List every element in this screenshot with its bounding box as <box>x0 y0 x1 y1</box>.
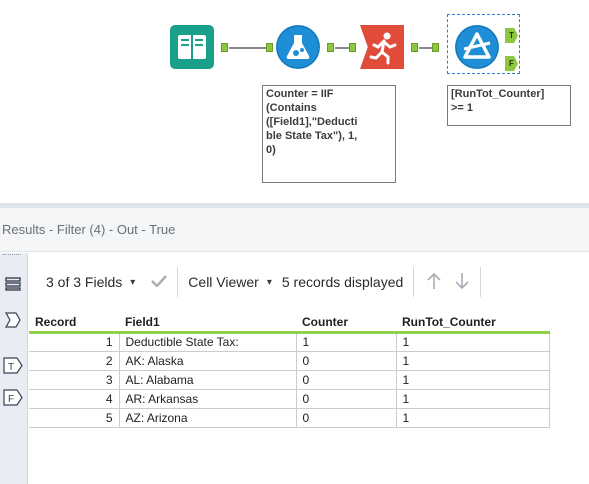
running-person-icon <box>360 25 404 69</box>
cell-field1[interactable]: Deductible State Tax: <box>118 331 297 352</box>
connection-line <box>229 47 266 49</box>
cell-counter[interactable]: 1 <box>295 331 397 352</box>
connection-line <box>335 47 349 49</box>
table-row[interactable]: 1 Deductible State Tax: 1 1 <box>29 331 550 352</box>
table-row[interactable]: 3 AL: Alabama 0 1 <box>29 369 550 390</box>
toolbar-separator <box>413 267 415 297</box>
cell-runtot-counter[interactable]: 1 <box>395 407 550 428</box>
cell-counter[interactable]: 0 <box>295 388 397 409</box>
cell-counter[interactable]: 0 <box>295 369 397 390</box>
true-output-icon[interactable]: T <box>2 357 23 374</box>
chevron-down-icon: ▾ <box>130 276 136 288</box>
flask-icon <box>276 25 320 69</box>
input-data-tool[interactable] <box>170 25 214 69</box>
cell-runtot-counter[interactable]: 1 <box>395 350 550 371</box>
fields-dropdown-label: 3 of 3 Fields <box>46 274 123 290</box>
table-row[interactable]: 2 AK: Alaska 0 1 <box>29 350 550 371</box>
arrow-down-icon[interactable] <box>454 272 470 293</box>
cell-runtot-counter[interactable]: 1 <box>395 331 550 352</box>
cell-field1[interactable]: AK: Alaska <box>118 350 297 371</box>
cell-record[interactable]: 1 <box>29 331 120 352</box>
false-output-icon[interactable]: F <box>2 389 23 406</box>
table-row[interactable]: 4 AR: Arkansas 0 1 <box>29 388 550 409</box>
rail-f-label: F <box>8 394 14 405</box>
cell-counter[interactable]: 0 <box>295 350 397 371</box>
toolbar-separator <box>480 267 482 297</box>
formula-input-anchor[interactable] <box>266 43 273 52</box>
fields-list-icon[interactable] <box>2 275 23 292</box>
column-header-runtot-counter[interactable]: RunTot_Counter <box>396 313 549 334</box>
cell-field1[interactable]: AR: Arkansas <box>118 388 297 409</box>
formula-tool[interactable] <box>276 25 320 69</box>
chevron-down-icon: ▾ <box>266 276 272 288</box>
cell-counter[interactable]: 0 <box>295 407 397 428</box>
fields-dropdown[interactable]: 3 of 3 Fields ▾ <box>46 274 135 290</box>
filter-tool[interactable] <box>455 25 499 69</box>
formula-output-anchor[interactable] <box>327 43 334 52</box>
filter-input-anchor[interactable] <box>432 43 439 52</box>
cell-runtot-counter[interactable]: 1 <box>395 388 550 409</box>
cell-record[interactable]: 3 <box>29 369 120 390</box>
input-output-anchor[interactable] <box>221 43 228 52</box>
cell-viewer-dropdown[interactable]: Cell Viewer ▾ <box>188 274 272 290</box>
multi-row-formula-tool[interactable] <box>360 25 404 69</box>
table-row[interactable]: 5 AZ: Arizona 0 1 <box>29 407 550 428</box>
rail-t-label: T <box>8 362 14 373</box>
cell-record[interactable]: 4 <box>29 388 120 409</box>
cell-field1[interactable]: AZ: Arizona <box>118 407 297 428</box>
formula-annotation: Counter = IIF (Contains ([Field1],"Deduc… <box>262 85 396 183</box>
grid-header-row: Record Field1 Counter RunTot_Counter <box>29 313 549 334</box>
input-anchor-icon[interactable] <box>2 311 23 328</box>
results-toolbar: 3 of 3 Fields ▾ Cell Viewer ▾ 5 records … <box>28 253 589 311</box>
cell-runtot-counter[interactable]: 1 <box>395 369 550 390</box>
cell-record[interactable]: 2 <box>29 350 120 371</box>
results-title: Results - Filter (4) - Out - True <box>0 208 589 252</box>
cell-record[interactable]: 5 <box>29 407 120 428</box>
triangle-filter-icon <box>455 25 499 69</box>
cell-viewer-label: Cell Viewer <box>188 274 259 290</box>
rail-grip <box>3 254 21 257</box>
results-grid[interactable]: Record Field1 Counter RunTot_Counter 1 D… <box>29 313 550 428</box>
cell-field1[interactable]: AL: Alabama <box>118 369 297 390</box>
toolbar-separator <box>177 267 179 297</box>
records-count: 5 records displayed <box>281 274 404 290</box>
column-header-field1[interactable]: Field1 <box>119 313 296 334</box>
arrow-up-icon[interactable] <box>426 272 442 293</box>
column-header-counter[interactable]: Counter <box>296 313 396 334</box>
connection-line <box>419 47 432 49</box>
filter-annotation: [RunTot_Counter] >= 1 <box>447 85 571 126</box>
book-icon <box>178 35 206 59</box>
multirow-output-anchor[interactable] <box>411 43 418 52</box>
workflow-canvas[interactable]: T F Counter = IIF (Contains ([Field1],"D… <box>0 0 589 203</box>
column-header-record[interactable]: Record <box>29 313 119 334</box>
checkmark-icon[interactable] <box>151 274 168 290</box>
multirow-input-anchor[interactable] <box>349 43 356 52</box>
results-side-rail: T F <box>0 253 28 484</box>
